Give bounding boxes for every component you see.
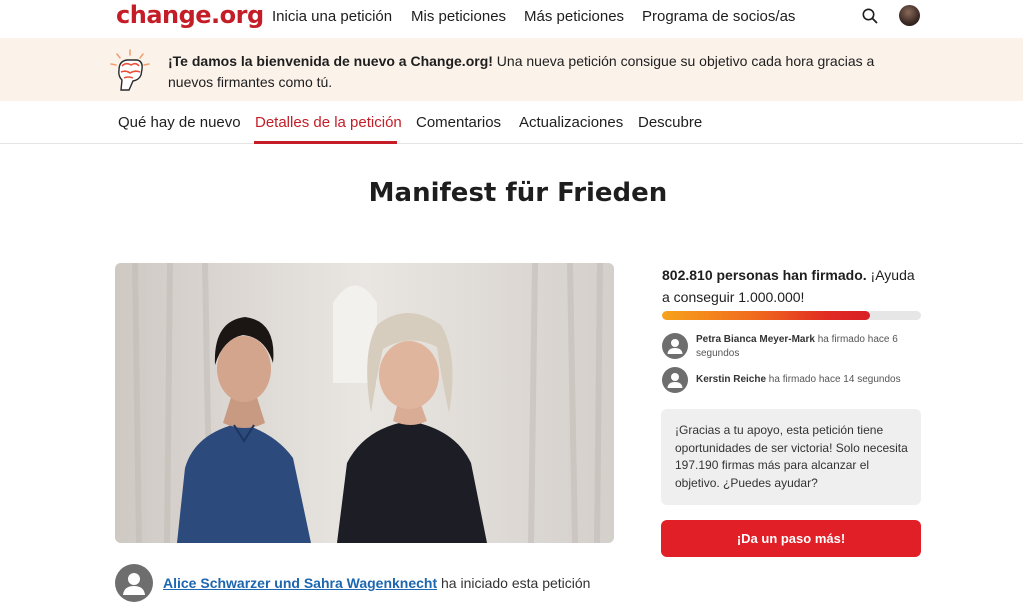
person-icon [667,339,683,354]
welcome-message: ¡Te damos la bienvenida de nuevo a Chang… [168,51,908,93]
signer-name: Petra Bianca Meyer-Mark [696,334,815,345]
tab-petition-details[interactable]: Detalles de la petición [255,114,402,131]
take-a-step-button[interactable]: ¡Da un paso más! [661,520,921,557]
signer-avatar [662,367,688,393]
tab-updates[interactable]: Actualizaciones [519,114,623,131]
signer-avatar [662,333,688,359]
welcome-message-bold: ¡Te damos la bienvenida de nuevo a Chang… [168,53,493,69]
nav-partner-program[interactable]: Programa de socios/as [642,8,795,25]
starter-suffix: ha iniciado esta petición [437,575,591,591]
welcome-banner: ¡Te damos la bienvenida de nuevo a Chang… [0,38,1023,101]
petition-image [115,263,614,543]
nav-my-petitions[interactable]: Mis peticiones [411,8,506,25]
petition-photo [115,263,614,543]
tab-comments[interactable]: Comentarios [416,114,501,131]
petition-title: Manifest für Frieden [368,178,668,208]
change-org-logo[interactable]: change.org [116,1,264,29]
signer-text: Petra Bianca Meyer-Mark ha firmado hace … [696,333,924,361]
petition-tabs: Qué hay de nuevo Detalles de la petición… [0,101,1023,144]
signature-progress-fill [662,311,870,320]
search-icon[interactable] [860,6,880,26]
petition-starter: Alice Schwarzer und Sahra Wagenknecht ha… [163,575,590,591]
top-navigation: change.org Inicia una petición Mis petic… [0,0,1023,38]
active-tab-indicator [254,141,397,144]
signer-time: ha firmado hace 14 segundos [766,374,901,385]
signer-name: Kerstin Reiche [696,374,767,385]
user-avatar[interactable] [899,5,920,26]
starter-avatar [115,564,153,602]
tab-discover[interactable]: Descubre [638,114,702,131]
nav-more-petitions[interactable]: Más peticiones [524,8,624,25]
person-icon [667,373,683,388]
person-icon [123,573,145,595]
tab-whats-new[interactable]: Qué hay de nuevo [118,114,241,131]
signature-count: 802.810 personas han firmado. ¡Ayuda a c… [662,264,924,308]
signature-count-number: 802.810 personas han firmado. [662,267,867,283]
signature-progress-bar [662,311,921,320]
nav-start-petition[interactable]: Inicia una petición [272,8,392,25]
signer-text: Kerstin Reiche ha firmado hace 14 segund… [696,373,924,387]
starter-name-link[interactable]: Alice Schwarzer und Sahra Wagenknecht [163,575,437,591]
raised-fist-icon [110,49,150,91]
support-message-box: ¡Gracias a tu apoyo, esta petición tiene… [661,409,921,505]
